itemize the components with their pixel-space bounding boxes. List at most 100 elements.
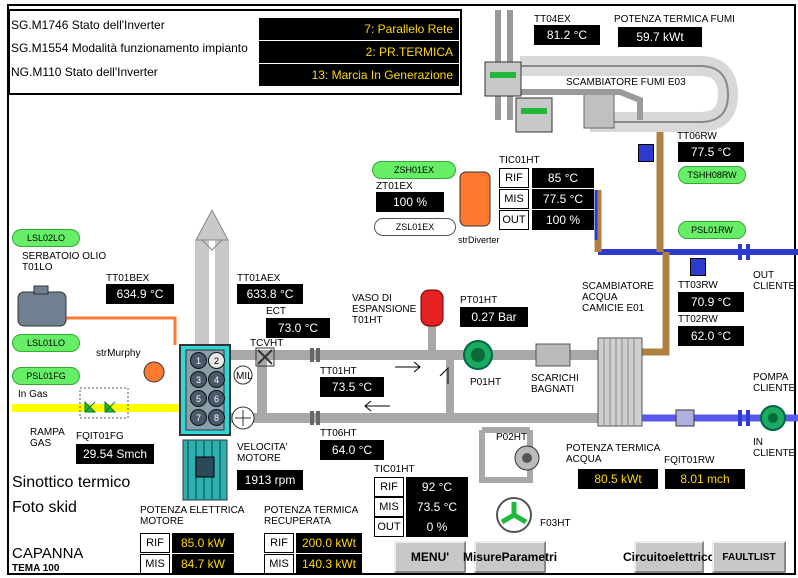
- menu-button[interactable]: MENU': [394, 541, 466, 573]
- misure-parametri-button[interactable]: Misure Parametri: [463, 541, 557, 573]
- out-cliente-label-2: CLIENTE: [753, 281, 796, 292]
- fumi-flange: [583, 91, 615, 129]
- tt01aex-label: TT01AEX: [237, 273, 281, 284]
- motore-mis-label: MIS: [140, 554, 170, 574]
- circuito-elettrico-button[interactable]: Circuito elettrico: [623, 541, 715, 573]
- f03ht-label: F03HT: [540, 518, 571, 529]
- cylinder-7: 7: [190, 409, 207, 426]
- scambiatore-label-3: CAMICIE E01: [582, 303, 645, 314]
- tt04ex-label: TT04EX: [534, 14, 571, 25]
- p01ht-label: P01HT: [470, 377, 502, 388]
- fumi-damper-b: [515, 97, 553, 133]
- scambiatore-label-1: SCAMBIATORE: [582, 281, 654, 292]
- parametri-label: Parametri: [501, 549, 558, 564]
- rampa-label-2: GAS: [30, 438, 52, 449]
- misure-label: Misure: [462, 549, 502, 564]
- tema-label: TEMA 100: [12, 563, 60, 574]
- status-label-3: NG.M110 Stato dell'Inverter: [11, 65, 158, 79]
- tt03rw-value: 70.9 °C: [678, 292, 744, 312]
- p02ht-label: P02HT: [496, 432, 528, 443]
- pt01ht-label: PT01HT: [460, 295, 498, 306]
- scarichi-label-2: BAGNATI: [531, 384, 575, 395]
- motore-mis-value: 84.7 kW: [172, 554, 234, 574]
- potenza-motore-label-1: POTENZA ELETTRICA: [140, 505, 245, 516]
- fqit01fg-label: FQIT01FG: [76, 431, 124, 442]
- status-value-1: 7: Parallelo Rete: [259, 18, 459, 40]
- potenza-fumi-value: 59.7 kWt: [618, 27, 702, 47]
- tt03rw-label: TT03RW: [678, 280, 718, 291]
- velocita-value: 1913 rpm: [237, 470, 303, 490]
- tic01ht-bottom-title: TIC01HT: [374, 464, 415, 475]
- lsl02lo-indicator: LSL02LO: [12, 229, 80, 247]
- oil-tank: [17, 291, 67, 327]
- potenza-fumi-label: POTENZA TERMICA FUMI: [614, 14, 735, 25]
- cylinder-8: 8: [208, 409, 225, 426]
- sinottico-title[interactable]: Sinottico termico: [12, 474, 130, 492]
- tic01ht-top-out-value: 100 %: [532, 210, 594, 230]
- motore-rif-value: 85.0 kW: [172, 533, 234, 553]
- exhaust-duct: [195, 240, 229, 345]
- velocita-label-1: VELOCITA': [237, 442, 288, 453]
- tic01ht-bottom-rif-label: RIF: [374, 477, 404, 497]
- status-value-2: 2: PR.TERMICA: [259, 41, 459, 63]
- tt01ht-label: TT01HT: [320, 366, 357, 377]
- motore-rif-label: RIF: [140, 533, 170, 553]
- psl01rw-indicator: PSL01RW: [678, 221, 746, 239]
- zt01ex-label: ZT01EX: [376, 181, 413, 192]
- cylinder-1: 1: [190, 352, 207, 369]
- status-label-2: SG.M1554 Modalità funzionamento impianto: [11, 41, 248, 55]
- in-gas-label: In Gas: [18, 389, 48, 400]
- zsl01ex-indicator: ZSL01EX: [374, 218, 456, 236]
- tt02rw-value: 62.0 °C: [678, 326, 744, 346]
- tt04ex-value: 81.2 °C: [534, 25, 600, 45]
- cylinder-5: 5: [190, 390, 207, 407]
- recup-mis-value: 140.3 kWt: [296, 554, 362, 574]
- potenza-acqua-label-2: ACQUA: [566, 454, 602, 465]
- cylinder-4: 4: [208, 371, 225, 388]
- velocita-label-2: MOTORE: [237, 453, 281, 464]
- recup-rif-value: 200.0 kWt: [296, 533, 362, 553]
- scambiatore-label-2: ACQUA: [582, 292, 618, 303]
- foto-skid-link[interactable]: Foto skid: [12, 499, 77, 517]
- vaso-label-2: ESPANSIONE: [352, 304, 417, 315]
- scambiatore-fumi-label: SCAMBIATORE FUMI E03: [566, 77, 686, 88]
- flowmeter-fqit01rw: [675, 409, 695, 427]
- tt06ht-value: 64.0 °C: [320, 440, 384, 460]
- ect-value: 73.0 °C: [266, 318, 330, 338]
- fqit01fg-value: 29.54 Smch: [76, 444, 154, 464]
- pt01ht-value: 0.27 Bar: [460, 307, 528, 327]
- potenza-recuperata-label-2: RECUPERATA: [264, 516, 331, 527]
- rampa-label-1: RAMPA: [30, 427, 65, 438]
- recup-mis-label: MIS: [264, 554, 294, 574]
- serbatoio-label-2: T01LO: [22, 262, 53, 273]
- zsh01ex-indicator: ZSH01EX: [372, 161, 456, 179]
- cylinder-3: 3: [190, 371, 207, 388]
- scarichi-valve: [535, 343, 571, 367]
- tic01ht-top-rif-value: 85 °C: [532, 168, 594, 188]
- hot-water-pipe: [594, 120, 664, 252]
- tt06rw-label: TT06RW: [677, 131, 717, 142]
- hot-water-return: [640, 252, 670, 356]
- vaso-label-3: T01HT: [352, 315, 383, 326]
- potenza-motore-label-2: MOTORE: [140, 516, 184, 527]
- tic01ht-bottom-out-label: OUT: [374, 517, 404, 537]
- murphy-switch: [143, 361, 165, 383]
- tt01bex-label: TT01BEX: [106, 273, 150, 284]
- diverter-name: strDiverter: [458, 235, 500, 245]
- fqit01rw-label: FQIT01RW: [664, 455, 715, 466]
- potenza-acqua-label-1: POTENZA TERMICA: [566, 443, 661, 454]
- tshh-sensor-icon: [638, 144, 654, 162]
- diverter-actuator: [459, 171, 491, 227]
- tt02rw-label: TT02RW: [678, 314, 718, 325]
- tic01ht-top-mis-label: MIS: [499, 189, 529, 209]
- cylinder-2: 2: [208, 352, 225, 369]
- tic01ht-top-mis-value: 77.5 °C: [532, 189, 594, 209]
- strmurphy-label: strMurphy: [96, 348, 141, 359]
- tt01aex-value: 633.8 °C: [237, 284, 303, 304]
- tic01ht-bottom-mis-value: 73.5 °C: [406, 497, 468, 517]
- heat-exchanger-e01: [597, 337, 643, 427]
- tic01ht-bottom-mis-label: MIS: [374, 497, 404, 517]
- pompa-label-1: POMPA: [753, 372, 789, 383]
- faultlist-button[interactable]: FAULTLIST: [712, 541, 786, 573]
- zt01ex-value: 100 %: [376, 192, 444, 212]
